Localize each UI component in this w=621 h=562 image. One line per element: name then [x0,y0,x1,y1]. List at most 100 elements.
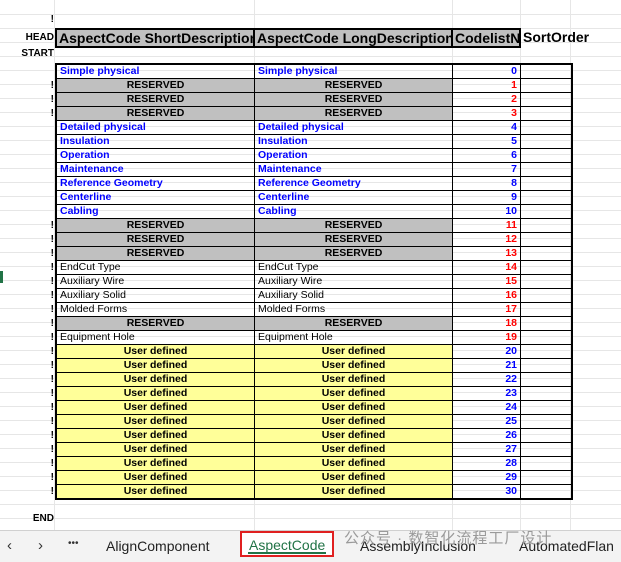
codelist-number-cell[interactable]: 21 [453,359,521,372]
sort-order-cell[interactable] [521,443,571,456]
codelist-number-cell[interactable]: 8 [453,177,521,190]
short-description-cell[interactable]: User defined [57,485,255,498]
codelist-number-cell[interactable]: 13 [453,247,521,260]
sort-order-cell[interactable] [521,177,571,190]
short-description-cell[interactable]: Molded Forms [57,303,255,316]
sort-order-cell[interactable] [521,373,571,386]
codelist-number-cell[interactable]: 15 [453,275,521,288]
long-description-cell[interactable]: EndCut Type [255,261,453,274]
short-description-cell[interactable]: Maintenance [57,163,255,176]
sort-order-cell[interactable] [521,93,571,106]
codelist-number-cell[interactable]: 2 [453,93,521,106]
sort-order-cell[interactable] [521,415,571,428]
short-description-cell[interactable]: RESERVED [57,93,255,106]
sort-order-cell[interactable] [521,163,571,176]
codelist-number-cell[interactable]: 11 [453,219,521,232]
codelist-number-cell[interactable]: 3 [453,107,521,120]
long-description-cell[interactable]: User defined [255,443,453,456]
short-description-cell[interactable]: Insulation [57,135,255,148]
long-description-cell[interactable]: Detailed physical [255,121,453,134]
long-description-cell[interactable]: User defined [255,457,453,470]
sort-order-cell[interactable] [521,317,571,330]
short-description-cell[interactable]: RESERVED [57,79,255,92]
long-description-cell[interactable]: User defined [255,387,453,400]
codelist-number-cell[interactable]: 29 [453,471,521,484]
long-description-cell[interactable]: Reference Geometry [255,177,453,190]
sort-order-cell[interactable] [521,345,571,358]
long-description-cell[interactable]: Insulation [255,135,453,148]
short-description-cell[interactable]: User defined [57,345,255,358]
tab-align-component[interactable]: AlignComponent [106,538,210,554]
sort-order-cell[interactable] [521,261,571,274]
long-description-cell[interactable]: Auxiliary Solid [255,289,453,302]
codelist-number-cell[interactable]: 24 [453,401,521,414]
long-description-cell[interactable]: Simple physical [255,65,453,78]
header-codelist-number[interactable]: CodelistNumber [451,28,521,48]
long-description-cell[interactable]: RESERVED [255,93,453,106]
short-description-cell[interactable]: Auxiliary Solid [57,289,255,302]
sort-order-cell[interactable] [521,289,571,302]
long-description-cell[interactable]: RESERVED [255,233,453,246]
short-description-cell[interactable]: Reference Geometry [57,177,255,190]
long-description-cell[interactable]: Equipment Hole [255,331,453,344]
short-description-cell[interactable]: Operation [57,149,255,162]
short-description-cell[interactable]: User defined [57,471,255,484]
long-description-cell[interactable]: User defined [255,345,453,358]
long-description-cell[interactable]: User defined [255,429,453,442]
codelist-number-cell[interactable]: 28 [453,457,521,470]
sort-order-cell[interactable] [521,79,571,92]
long-description-cell[interactable]: RESERVED [255,247,453,260]
next-sheet-icon[interactable]: › [38,537,43,554]
sort-order-cell[interactable] [521,387,571,400]
tab-aspect-code[interactable]: AspectCode [240,531,335,557]
long-description-cell[interactable]: Maintenance [255,163,453,176]
sort-order-cell[interactable] [521,65,571,78]
short-description-cell[interactable]: RESERVED [57,107,255,120]
codelist-number-cell[interactable]: 16 [453,289,521,302]
long-description-cell[interactable]: User defined [255,485,453,498]
short-description-cell[interactable]: User defined [57,457,255,470]
more-sheets-icon[interactable]: ••• [68,538,79,549]
short-description-cell[interactable]: RESERVED [57,317,255,330]
short-description-cell[interactable]: Centerline [57,191,255,204]
header-sort-order[interactable]: SortOrder [520,28,589,48]
codelist-number-cell[interactable]: 6 [453,149,521,162]
codelist-number-cell[interactable]: 25 [453,415,521,428]
sort-order-cell[interactable] [521,471,571,484]
short-description-cell[interactable]: Equipment Hole [57,331,255,344]
codelist-number-cell[interactable]: 5 [453,135,521,148]
codelist-number-cell[interactable]: 27 [453,443,521,456]
long-description-cell[interactable]: RESERVED [255,219,453,232]
long-description-cell[interactable]: Cabling [255,205,453,218]
header-long-description[interactable]: AspectCode LongDescription [253,28,453,48]
sort-order-cell[interactable] [521,191,571,204]
prev-sheet-icon[interactable]: ‹ [7,537,12,554]
long-description-cell[interactable]: Molded Forms [255,303,453,316]
short-description-cell[interactable]: Detailed physical [57,121,255,134]
long-description-cell[interactable]: RESERVED [255,79,453,92]
codelist-number-cell[interactable]: 7 [453,163,521,176]
codelist-number-cell[interactable]: 17 [453,303,521,316]
codelist-number-cell[interactable]: 18 [453,317,521,330]
long-description-cell[interactable]: User defined [255,471,453,484]
codelist-number-cell[interactable]: 4 [453,121,521,134]
short-description-cell[interactable]: Cabling [57,205,255,218]
sort-order-cell[interactable] [521,247,571,260]
sort-order-cell[interactable] [521,429,571,442]
sort-order-cell[interactable] [521,233,571,246]
codelist-number-cell[interactable]: 1 [453,79,521,92]
codelist-number-cell[interactable]: 22 [453,373,521,386]
sort-order-cell[interactable] [521,121,571,134]
codelist-number-cell[interactable]: 19 [453,331,521,344]
sort-order-cell[interactable] [521,219,571,232]
sort-order-cell[interactable] [521,485,571,498]
sort-order-cell[interactable] [521,359,571,372]
short-description-cell[interactable]: User defined [57,401,255,414]
long-description-cell[interactable]: User defined [255,401,453,414]
long-description-cell[interactable]: User defined [255,359,453,372]
codelist-number-cell[interactable]: 30 [453,485,521,498]
header-short-description[interactable]: AspectCode ShortDescription [55,28,255,48]
codelist-number-cell[interactable]: 12 [453,233,521,246]
long-description-cell[interactable]: User defined [255,415,453,428]
sort-order-cell[interactable] [521,107,571,120]
